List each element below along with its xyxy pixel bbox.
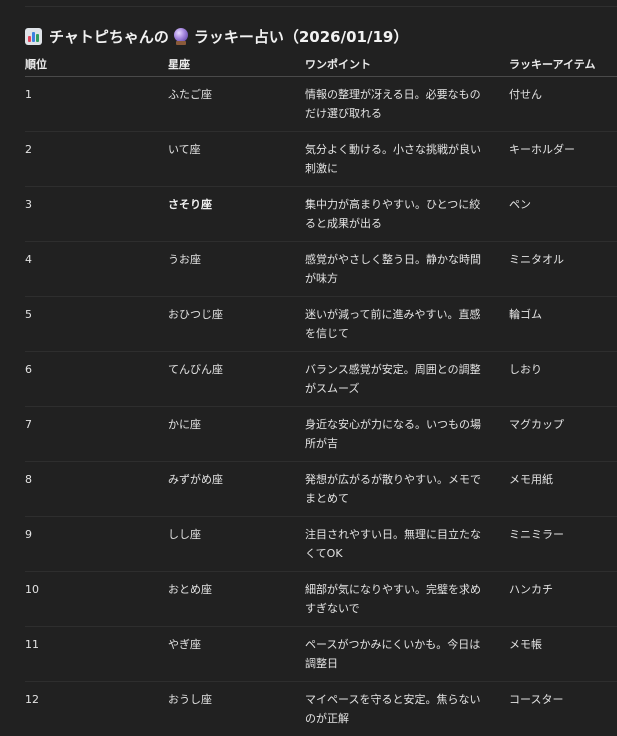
rank-cell: 11 [25, 627, 168, 682]
sign-cell: てんびん座 [168, 352, 305, 407]
point-cell: 身近な安心が力になる。いつもの場所が吉 [305, 407, 509, 462]
point-cell: 感覚がやさしく整う日。静かな時間が味方 [305, 242, 509, 297]
sign-cell: おひつじ座 [168, 297, 305, 352]
rank-cell: 8 [25, 462, 168, 517]
point-cell: 迷いが減って前に進みやすい。直感を信じて [305, 297, 509, 352]
rank-cell: 4 [25, 242, 168, 297]
title-text-part1: チャトピちゃんの [49, 26, 169, 47]
table-row: 12 おうし座 マイペースを守ると安定。焦らないのが正解 コースター [25, 682, 617, 736]
item-cell: ハンカチ [509, 572, 617, 627]
point-cell: 気分よく動ける。小さな挑戦が良い刺激に [305, 132, 509, 187]
table-row: 10 おとめ座 細部が気になりやすい。完璧を求めすぎないで ハンカチ [25, 572, 617, 627]
item-cell: キーホルダー [509, 132, 617, 187]
item-cell: ミニタオル [509, 242, 617, 297]
sign-cell: しし座 [168, 517, 305, 572]
header-item: ラッキーアイテム [509, 52, 617, 77]
item-cell: ミニミラー [509, 517, 617, 572]
point-cell: マイペースを守ると安定。焦らないのが正解 [305, 682, 509, 736]
header-point: ワンポイント [305, 52, 509, 77]
title-text-part2: ラッキー占い（2026/01/19） [194, 26, 408, 47]
item-cell: 輪ゴム [509, 297, 617, 352]
point-cell: ペースがつかみにくいかも。今日は調整日 [305, 627, 509, 682]
sign-cell: かに座 [168, 407, 305, 462]
sign-cell: みずがめ座 [168, 462, 305, 517]
rank-cell: 12 [25, 682, 168, 736]
item-cell: マグカップ [509, 407, 617, 462]
sign-cell: おうし座 [168, 682, 305, 736]
table-row: 4 うお座 感覚がやさしく整う日。静かな時間が味方 ミニタオル [25, 242, 617, 297]
top-divider [25, 6, 617, 7]
sign-cell: さそり座 [168, 187, 305, 242]
page-title: チャトピちゃんの ラッキー占い（2026/01/19） [25, 25, 408, 47]
table-header-row: 順位 星座 ワンポイント ラッキーアイテム [25, 52, 617, 77]
table-row: 1 ふたご座 情報の整理が冴える日。必要なものだけ選び取れる 付せん [25, 77, 617, 132]
point-cell: バランス感覚が安定。周囲との調整がスムーズ [305, 352, 509, 407]
item-cell: 付せん [509, 77, 617, 132]
header-sign: 星座 [168, 52, 305, 77]
table-row: 2 いて座 気分よく動ける。小さな挑戦が良い刺激に キーホルダー [25, 132, 617, 187]
table-row: 8 みずがめ座 発想が広がるが散りやすい。メモでまとめて メモ用紙 [25, 462, 617, 517]
point-cell: 細部が気になりやすい。完璧を求めすぎないで [305, 572, 509, 627]
item-cell: しおり [509, 352, 617, 407]
rank-cell: 6 [25, 352, 168, 407]
crystal-ball-icon [173, 28, 189, 45]
header-rank: 順位 [25, 52, 168, 77]
table-row: 9 しし座 注目されやすい日。無理に目立たなくてOK ミニミラー [25, 517, 617, 572]
point-cell: 発想が広がるが散りやすい。メモでまとめて [305, 462, 509, 517]
rank-cell: 9 [25, 517, 168, 572]
point-cell: 注目されやすい日。無理に目立たなくてOK [305, 517, 509, 572]
sign-cell: おとめ座 [168, 572, 305, 627]
table-row: 3 さそり座 集中力が高まりやすい。ひとつに絞ると成果が出る ペン [25, 187, 617, 242]
bar-chart-icon [25, 28, 42, 45]
fortune-table: 順位 星座 ワンポイント ラッキーアイテム 1 ふたご座 情報の整理が冴える日。… [25, 52, 617, 736]
table-row: 6 てんびん座 バランス感覚が安定。周囲との調整がスムーズ しおり [25, 352, 617, 407]
rank-cell: 10 [25, 572, 168, 627]
point-cell: 情報の整理が冴える日。必要なものだけ選び取れる [305, 77, 509, 132]
item-cell: コースター [509, 682, 617, 736]
rank-cell: 5 [25, 297, 168, 352]
item-cell: ペン [509, 187, 617, 242]
table-row: 5 おひつじ座 迷いが減って前に進みやすい。直感を信じて 輪ゴム [25, 297, 617, 352]
rank-cell: 2 [25, 132, 168, 187]
sign-cell: うお座 [168, 242, 305, 297]
rank-cell: 7 [25, 407, 168, 462]
sign-cell: ふたご座 [168, 77, 305, 132]
sign-cell: いて座 [168, 132, 305, 187]
rank-cell: 1 [25, 77, 168, 132]
table-row: 7 かに座 身近な安心が力になる。いつもの場所が吉 マグカップ [25, 407, 617, 462]
point-cell: 集中力が高まりやすい。ひとつに絞ると成果が出る [305, 187, 509, 242]
table-row: 11 やぎ座 ペースがつかみにくいかも。今日は調整日 メモ帳 [25, 627, 617, 682]
rank-cell: 3 [25, 187, 168, 242]
item-cell: メモ帳 [509, 627, 617, 682]
sign-cell: やぎ座 [168, 627, 305, 682]
item-cell: メモ用紙 [509, 462, 617, 517]
